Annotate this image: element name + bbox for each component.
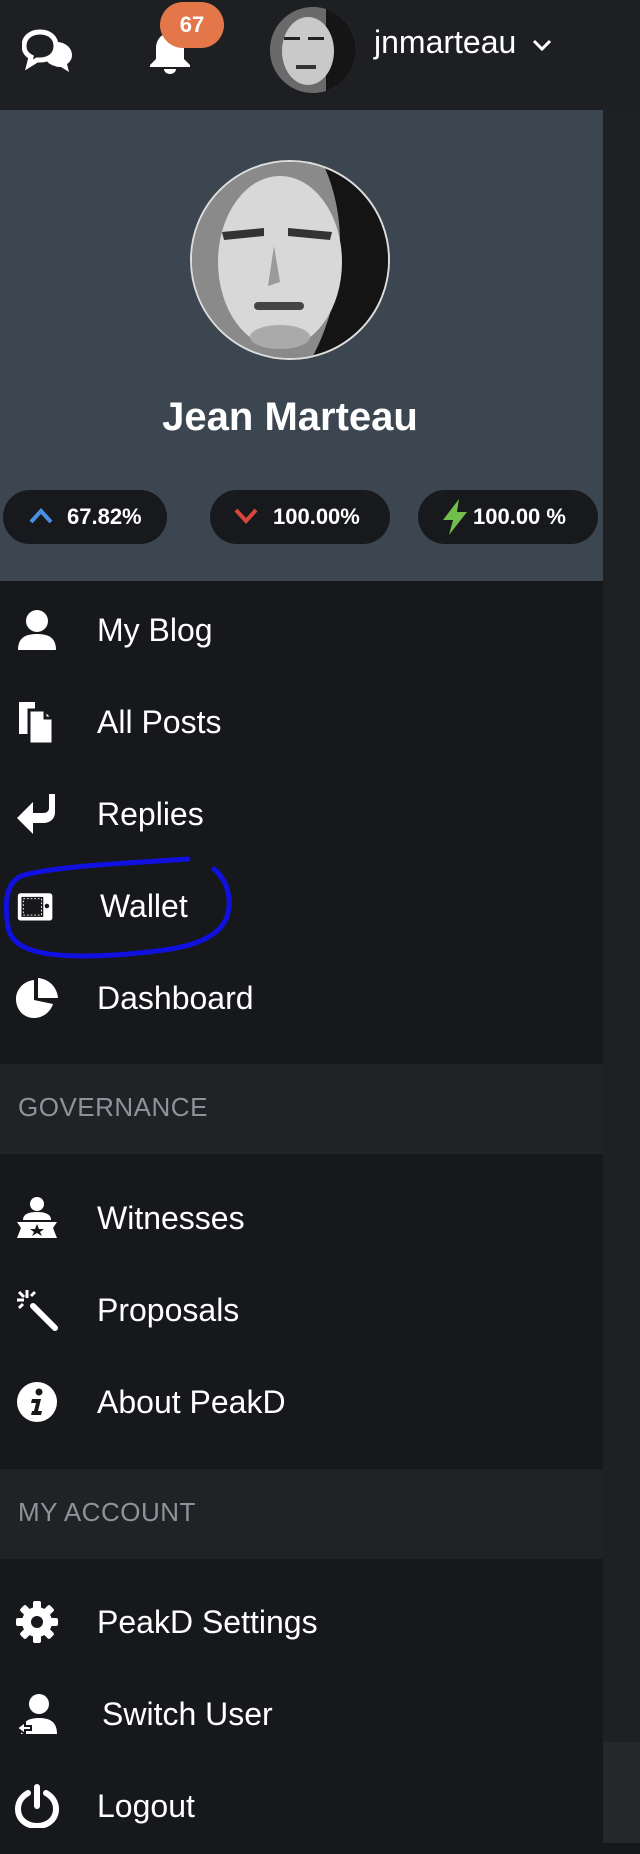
display-name: Jean Marteau [162,395,418,439]
info-icon [17,1382,57,1422]
menu-item-label: Proposals [97,1292,240,1328]
menu-item-switch-user[interactable]: Switch User [0,1670,603,1762]
downvote-power-stat[interactable]: 100.00% [210,490,390,544]
menu-item-label: About PeakD [97,1384,286,1420]
chat-icon[interactable] [22,28,74,74]
menu-item-logout[interactable]: Logout [0,1762,603,1854]
menu-item-my-blog[interactable]: My Blog [0,586,603,678]
menu-item-label: Witnesses [97,1200,245,1236]
username[interactable]: jnmarteau [374,24,516,61]
page-content-edge-lower [603,1742,640,1843]
section-header-governance: GOVERNANCE [0,1064,603,1154]
power-icon [15,1784,59,1828]
menu-item-all-posts[interactable]: All Posts [0,678,603,770]
downvote-power-value: 100.00% [273,504,360,529]
section-header-label: MY ACCOUNT [18,1497,196,1527]
menu-item-label: My Blog [97,612,213,648]
annotation-circle [4,856,232,959]
menu-item-proposals[interactable]: Proposals [0,1266,603,1358]
section-header-my-account: MY ACCOUNT [0,1469,603,1559]
profile-header: Jean Marteau 67.82% 100.00% 100.00 % [0,110,603,581]
menu-item-label: Dashboard [97,980,254,1016]
menu-item-replies[interactable]: Replies [0,770,603,862]
menu-item-witnesses[interactable]: Witnesses [0,1174,603,1266]
page-content-edge [603,110,640,1843]
menu-item-label: Switch User [102,1696,273,1732]
menu-item-dashboard[interactable]: Dashboard [0,954,603,1046]
magic-wand-icon [17,1290,58,1331]
upvote-power-value: 67.82% [67,504,142,529]
upvote-power-stat[interactable]: 67.82% [3,490,167,544]
witness-icon [17,1197,57,1238]
top-bar: 67 jnmarteau [0,0,640,110]
chevron-down-icon [234,508,258,524]
resource-credits-stat[interactable]: 100.00 % [418,490,598,544]
notification-count-badge[interactable]: 67 [160,2,224,48]
user-icon [18,610,56,650]
menu-item-label: Logout [97,1788,195,1824]
menu-item-label: Replies [97,796,204,832]
reply-icon [17,794,55,834]
chevron-up-icon [29,508,53,524]
section-header-label: GOVERNANCE [18,1092,208,1122]
menu-item-about-peakd[interactable]: About PeakD [0,1358,603,1450]
pie-chart-icon [16,978,58,1018]
profile-avatar[interactable] [190,160,390,360]
documents-icon [19,702,55,744]
switch-user-icon [15,1694,57,1736]
menu-item-label: All Posts [97,704,222,740]
resource-credits-value: 100.00 % [473,504,566,529]
lightning-icon [443,499,467,535]
chevron-down-icon[interactable] [532,38,552,52]
menu-item-peakd-settings[interactable]: PeakD Settings [0,1578,603,1670]
menu-item-label: PeakD Settings [97,1604,318,1640]
avatar[interactable] [270,7,356,93]
gear-icon [16,1601,58,1643]
